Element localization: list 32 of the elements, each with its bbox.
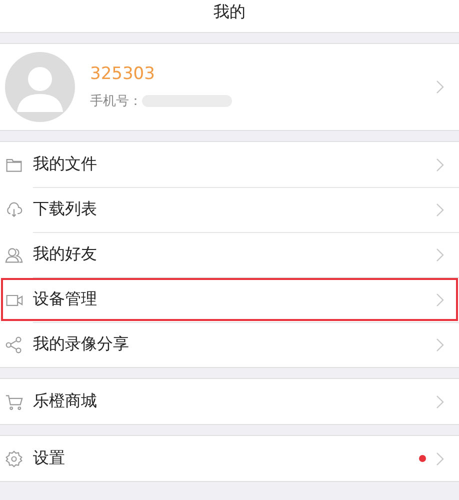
avatar-icon — [5, 52, 75, 122]
people-icon — [5, 246, 23, 264]
menu-label: 设备管理 — [33, 289, 98, 310]
menu-label: 我的录像分享 — [33, 334, 130, 355]
menu-item[interactable]: 我的文件 — [0, 142, 459, 187]
menu-label: 我的文件 — [33, 154, 98, 175]
menu-item[interactable]: 我的录像分享 — [0, 322, 459, 367]
phone-label: 手机号： — [90, 93, 142, 110]
cart-icon — [5, 392, 23, 410]
menu-label: 乐橙商城 — [33, 391, 98, 412]
chevron-icon — [436, 338, 444, 352]
share-icon — [5, 336, 23, 354]
chevron-icon — [436, 248, 444, 262]
profile-card[interactable]: 325303 手机号： — [0, 43, 459, 131]
menu-label: 设置 — [33, 448, 66, 469]
chevron-icon — [436, 202, 444, 216]
chevron-icon — [436, 394, 444, 408]
menu-item[interactable]: 下载列表 — [0, 187, 459, 232]
menu-item[interactable]: 设备管理 — [0, 277, 459, 322]
page-title: 我的 — [214, 1, 246, 23]
menu-label: 我的好友 — [33, 244, 98, 265]
chevron-icon — [436, 80, 444, 94]
menu-item[interactable]: 设置 — [0, 436, 459, 481]
menu-item[interactable]: 乐橙商城 — [0, 379, 459, 424]
chevron-icon — [436, 292, 444, 306]
chevron-icon — [436, 452, 444, 466]
chevron-icon — [436, 158, 444, 172]
cloud-download-icon — [5, 200, 23, 218]
menu-item[interactable]: 我的好友 — [0, 232, 459, 277]
menu-label: 下载列表 — [33, 199, 98, 220]
user-id: 325303 — [90, 64, 156, 84]
settings-icon — [5, 450, 23, 468]
